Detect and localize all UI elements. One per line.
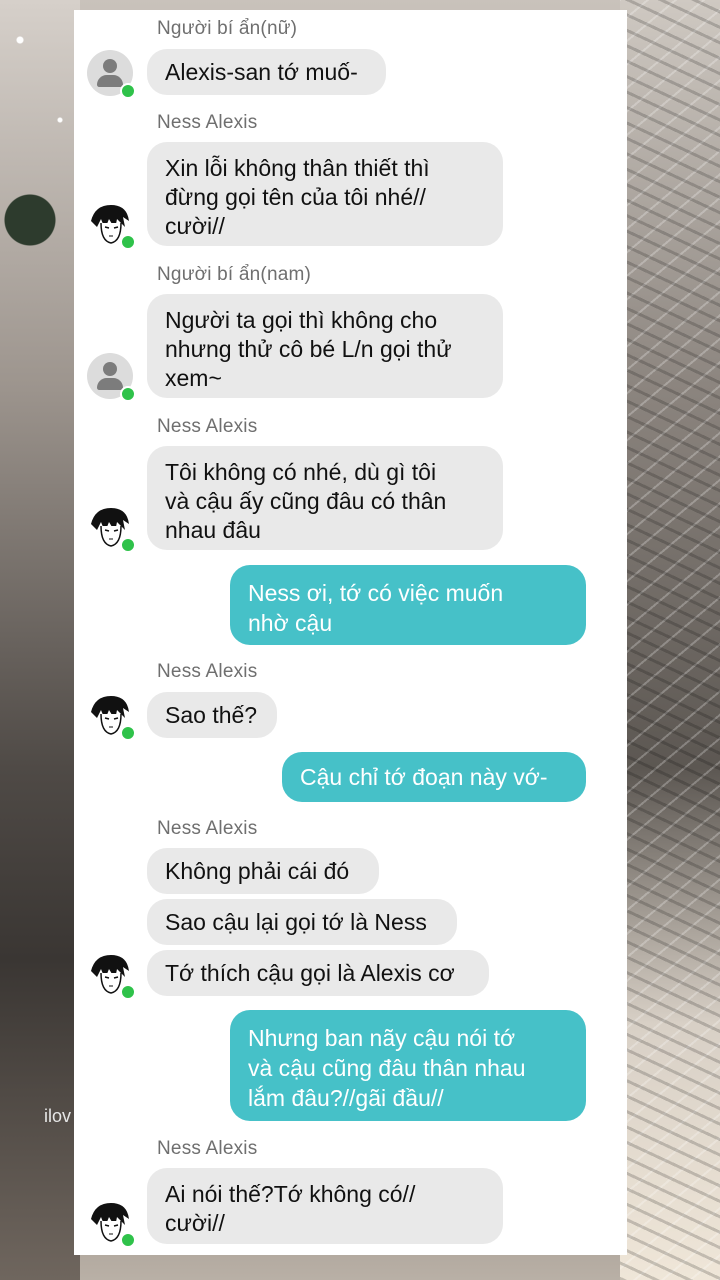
- online-status-dot: [120, 725, 136, 741]
- chat-panel[interactable]: Người bí ẩn(nữ) Alexis-san tớ muố- Ness …: [74, 10, 627, 1255]
- ness-avatar[interactable]: [87, 201, 136, 250]
- message-bubble[interactable]: Tớ thích cậu gọi là Alexis cơ: [147, 950, 489, 996]
- person-icon-head: [103, 59, 117, 73]
- message-bubble[interactable]: Sao thế?: [147, 692, 277, 738]
- online-status-dot: [120, 386, 136, 402]
- message-bubble[interactable]: Người ta gọi thì không cho nhưng thử cô …: [147, 294, 503, 398]
- message-bubble[interactable]: Sao cậu lại gọi tớ là Ness: [147, 899, 457, 945]
- sender-name: Ness Alexis: [157, 1138, 258, 1159]
- online-status-dot: [120, 1232, 136, 1248]
- person-icon-head: [103, 362, 117, 376]
- sender-name: Ness Alexis: [157, 112, 258, 133]
- online-status-dot: [120, 984, 136, 1000]
- message-bubble[interactable]: Xin lỗi không thân thiết thì đừng gọi tê…: [147, 142, 503, 246]
- sender-name: Ness Alexis: [157, 661, 258, 682]
- message-bubble[interactable]: Tôi không có nhé, dù gì tôi và cậu ấy cũ…: [147, 446, 503, 550]
- online-status-dot: [120, 83, 136, 99]
- online-status-dot: [120, 234, 136, 250]
- sender-name: Ness Alexis: [157, 818, 258, 839]
- ness-avatar[interactable]: [87, 692, 136, 741]
- ness-avatar[interactable]: [87, 951, 136, 1000]
- background-right: [620, 0, 720, 1280]
- anonymous-avatar[interactable]: [87, 353, 136, 402]
- person-icon-body: [97, 75, 123, 87]
- my-message-bubble[interactable]: Nhưng ban nãy cậu nói tớ và cậu cũng đâu…: [230, 1010, 586, 1121]
- ness-avatar[interactable]: [87, 504, 136, 553]
- person-icon-body: [97, 378, 123, 390]
- background-watermark: ilov: [44, 1106, 72, 1126]
- message-bubble[interactable]: Ai nói thế?Tớ không có// cười//: [147, 1168, 503, 1244]
- my-message-bubble[interactable]: Cậu chỉ tớ đoạn này vớ-: [282, 752, 586, 802]
- anonymous-avatar[interactable]: [87, 50, 136, 99]
- sender-name: Người bí ẩn(nữ): [157, 18, 298, 39]
- my-message-bubble[interactable]: Ness ơi, tớ có việc muốn nhờ cậu: [230, 565, 586, 645]
- ness-avatar[interactable]: [87, 1199, 136, 1248]
- message-bubble[interactable]: Alexis-san tớ muố-: [147, 49, 386, 95]
- sender-name: Ness Alexis: [157, 416, 258, 437]
- online-status-dot: [120, 537, 136, 553]
- sender-name: Người bí ẩn(nam): [157, 264, 312, 285]
- background-left: [0, 0, 80, 1280]
- message-bubble[interactable]: Không phải cái đó: [147, 848, 379, 894]
